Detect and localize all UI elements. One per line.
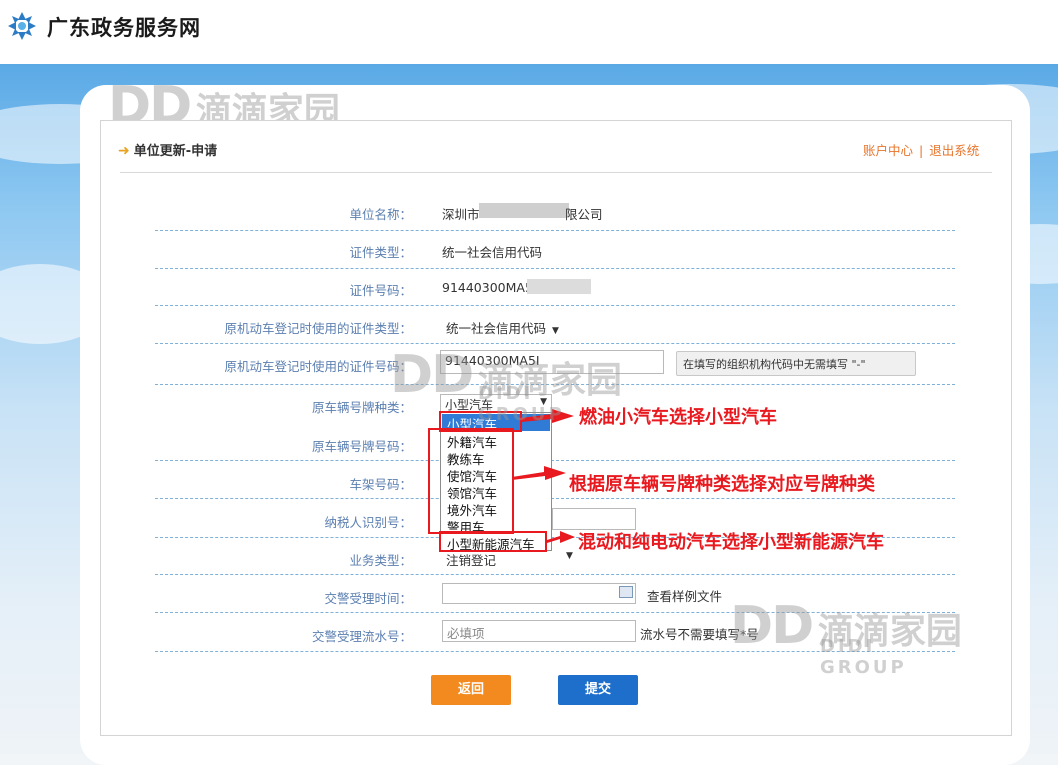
- watermark-bottom: DD 滴滴家园 DIDI GROUP: [730, 596, 962, 678]
- calendar-icon[interactable]: [619, 586, 633, 598]
- cert-no-label: 证件号码：: [349, 283, 412, 298]
- watermark-middle: DD 滴滴家园 DIDI GROUP: [390, 345, 622, 425]
- row-divider: [155, 268, 955, 269]
- orig-cert-no-hint: 在填写的组织机构代码中无需填写 "-": [676, 351, 916, 376]
- cert-type-value: 统一社会信用代码: [442, 245, 543, 260]
- unit-name-suffix: 限公司: [565, 207, 603, 222]
- account-links: 账户中心 | 退出系统: [863, 143, 980, 158]
- police-time-input[interactable]: [442, 583, 636, 604]
- orig-cert-no-label: 原机动车登记时使用的证件号码：: [224, 359, 412, 374]
- back-button[interactable]: 返回: [431, 675, 511, 705]
- row-divider: [155, 343, 955, 344]
- row-divider: [155, 498, 955, 499]
- page-title: ➜ 单位更新-申请: [118, 143, 218, 159]
- plate-no-label: 原车辆号牌号码：: [311, 439, 412, 454]
- dropdown-arrow-icon: ▼: [552, 326, 559, 336]
- annotation-text: 混动和纯电动汽车选择小型新能源汽车: [578, 532, 884, 553]
- highlight-box-new-energy: [439, 531, 547, 552]
- row-divider: [155, 305, 955, 306]
- row-divider: [155, 574, 955, 575]
- logout-link[interactable]: 退出系统: [929, 143, 979, 158]
- site-logo-icon: [8, 12, 36, 40]
- title-divider: [120, 172, 992, 173]
- view-sample-link[interactable]: 查看样例文件: [647, 586, 722, 605]
- unit-name-label: 单位名称：: [349, 207, 412, 222]
- taxpayer-input[interactable]: [552, 508, 636, 530]
- dropdown-arrow-icon: ▼: [566, 551, 573, 561]
- cert-no-value: 91440300MA5: [442, 280, 533, 295]
- redacted-block: [479, 203, 569, 218]
- redacted-block: [527, 279, 591, 294]
- row-divider: [155, 460, 955, 461]
- business-type-label: 业务类型：: [349, 553, 412, 568]
- top-bar: 广东政务服务网: [0, 0, 1058, 64]
- police-serial-input[interactable]: 必填项: [442, 620, 636, 642]
- arrow-right-icon: ➜: [118, 143, 130, 159]
- account-center-link[interactable]: 账户中心: [863, 143, 913, 158]
- taxpayer-label: 纳税人识别号：: [324, 515, 412, 530]
- submit-button[interactable]: 提交: [558, 675, 638, 705]
- unit-name-prefix: 深圳市: [442, 207, 480, 222]
- highlight-box-other-plates: [428, 428, 514, 534]
- vin-label: 车架号码：: [349, 477, 412, 492]
- cert-type-label: 证件类型：: [349, 245, 412, 260]
- police-time-label: 交警受理时间：: [324, 591, 412, 606]
- orig-cert-type-select[interactable]: 统一社会信用代码 ▼: [446, 318, 559, 337]
- police-serial-label: 交警受理流水号：: [311, 629, 412, 644]
- site-title[interactable]: 广东政务服务网: [47, 12, 201, 42]
- row-divider: [155, 230, 955, 231]
- orig-cert-type-label: 原机动车登记时使用的证件类型：: [224, 321, 412, 336]
- annotation-text: 根据原车辆号牌种类选择对应号牌种类: [569, 474, 875, 495]
